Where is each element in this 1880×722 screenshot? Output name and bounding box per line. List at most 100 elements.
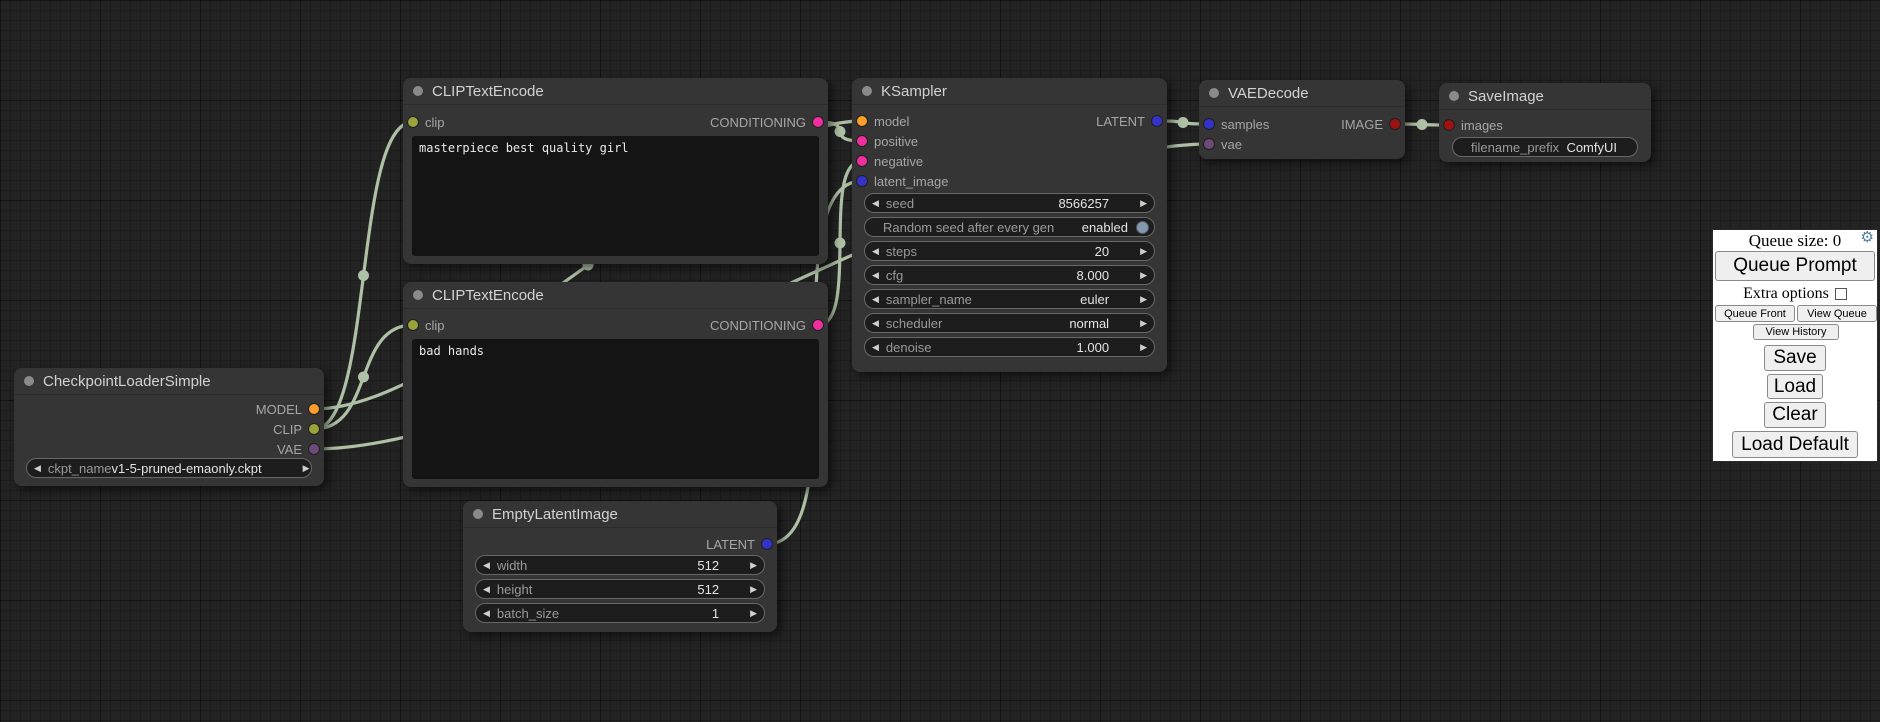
increment-arrow-icon[interactable]: ▶ bbox=[743, 585, 764, 594]
cfg-widget[interactable]: ◀ cfg 8.000 ▶ bbox=[864, 265, 1155, 285]
widget-name: cfg bbox=[886, 268, 903, 283]
node-title-bar[interactable]: SaveImage bbox=[1439, 83, 1651, 110]
clip-input-dot[interactable] bbox=[408, 320, 418, 330]
collapse-dot-icon[interactable] bbox=[1209, 88, 1219, 98]
model-output-dot[interactable] bbox=[309, 404, 319, 414]
queue-prompt-button[interactable]: Queue Prompt bbox=[1715, 251, 1875, 281]
link-midpoint-dot bbox=[1417, 119, 1428, 130]
node-title-bar[interactable]: CLIPTextEncode bbox=[403, 282, 828, 309]
node-title-bar[interactable]: EmptyLatentImage bbox=[463, 501, 777, 528]
decrement-arrow-icon[interactable]: ◀ bbox=[865, 199, 886, 208]
collapse-dot-icon[interactable] bbox=[413, 86, 423, 96]
conditioning-output-dot[interactable] bbox=[813, 117, 823, 127]
node-title-bar[interactable]: CheckpointLoaderSimple bbox=[14, 368, 324, 395]
node-clip-text-encode-negative[interactable]: CLIPTextEncode clip CONDITIONING bad han… bbox=[403, 282, 828, 487]
decrement-arrow-icon[interactable]: ◀ bbox=[865, 343, 886, 352]
collapse-dot-icon[interactable] bbox=[862, 86, 872, 96]
output-image: IMAGE bbox=[1341, 115, 1400, 133]
negative-input-dot[interactable] bbox=[857, 156, 867, 166]
load-default-button[interactable]: Load Default bbox=[1732, 431, 1858, 458]
collapse-dot-icon[interactable] bbox=[24, 376, 34, 386]
latent-output-dot[interactable] bbox=[762, 539, 772, 549]
increment-arrow-icon[interactable]: ▶ bbox=[743, 561, 764, 570]
samples-input-dot[interactable] bbox=[1204, 119, 1214, 129]
node-title: EmptyLatentImage bbox=[492, 506, 618, 523]
next-arrow-icon[interactable]: ▶ bbox=[1133, 295, 1154, 304]
latent-output-dot[interactable] bbox=[1152, 116, 1162, 126]
collapse-dot-icon[interactable] bbox=[473, 509, 483, 519]
node-checkpoint-loader[interactable]: CheckpointLoaderSimple MODEL CLIP VAE ◀ … bbox=[14, 368, 324, 486]
increment-arrow-icon[interactable]: ▶ bbox=[1133, 271, 1154, 280]
increment-arrow-icon[interactable]: ▶ bbox=[743, 609, 764, 618]
increment-arrow-icon[interactable]: ▶ bbox=[1133, 247, 1154, 256]
sampler-name-widget[interactable]: ◀ sampler_name euler ▶ bbox=[864, 289, 1155, 309]
batch-size-widget[interactable]: ◀ batch_size 1 ▶ bbox=[475, 603, 765, 623]
widget-value: euler bbox=[1080, 292, 1109, 307]
model-input-dot[interactable] bbox=[857, 116, 867, 126]
decrement-arrow-icon[interactable]: ◀ bbox=[476, 585, 497, 594]
collapse-dot-icon[interactable] bbox=[1449, 91, 1459, 101]
node-title-bar[interactable]: KSampler bbox=[852, 78, 1167, 105]
positive-input-dot[interactable] bbox=[857, 136, 867, 146]
images-input-dot[interactable] bbox=[1444, 120, 1454, 130]
node-clip-text-encode-positive[interactable]: CLIPTextEncode clip CONDITIONING masterp… bbox=[403, 78, 828, 264]
widget-value: ComfyUI bbox=[1566, 140, 1617, 155]
conditioning-output-dot[interactable] bbox=[813, 320, 823, 330]
output-label: CONDITIONING bbox=[710, 115, 806, 130]
node-title-bar[interactable]: VAEDecode bbox=[1199, 80, 1405, 107]
toggle-on-icon[interactable] bbox=[1136, 221, 1149, 234]
prev-arrow-icon[interactable]: ◀ bbox=[865, 319, 886, 328]
view-history-button[interactable]: View History bbox=[1753, 324, 1839, 340]
positive-prompt-textarea[interactable]: masterpiece best quality girl bbox=[412, 136, 819, 256]
node-empty-latent-image[interactable]: EmptyLatentImage LATENT ◀ width 512 ▶ ◀ … bbox=[463, 501, 777, 632]
decrement-arrow-icon[interactable]: ◀ bbox=[865, 247, 886, 256]
vae-input-dot[interactable] bbox=[1204, 139, 1214, 149]
node-title-bar[interactable]: CLIPTextEncode bbox=[403, 78, 828, 105]
scheduler-widget[interactable]: ◀ scheduler normal ▶ bbox=[864, 313, 1155, 333]
settings-gear-icon[interactable]: ⚙ bbox=[1861, 231, 1874, 246]
increment-arrow-icon[interactable]: ▶ bbox=[1133, 343, 1154, 352]
filename-prefix-widget[interactable]: filename_prefix ComfyUI bbox=[1452, 137, 1638, 157]
node-save-image[interactable]: SaveImage images filename_prefix ComfyUI bbox=[1439, 83, 1651, 162]
next-arrow-icon[interactable]: ▶ bbox=[296, 464, 312, 473]
next-arrow-icon[interactable]: ▶ bbox=[1133, 319, 1154, 328]
clip-output-dot[interactable] bbox=[309, 424, 319, 434]
ckpt-name-widget[interactable]: ◀ ckpt_name v1-5-pruned-emaonly.ckpt ▶ bbox=[26, 458, 312, 478]
seed-widget[interactable]: ◀ seed 8566257 ▶ bbox=[864, 193, 1155, 213]
input-label: positive bbox=[874, 134, 918, 149]
decrement-arrow-icon[interactable]: ◀ bbox=[476, 561, 497, 570]
latent-image-input-dot[interactable] bbox=[857, 176, 867, 186]
vae-output-dot[interactable] bbox=[309, 444, 319, 454]
link-midpoint-dot bbox=[835, 238, 846, 249]
node-title: SaveImage bbox=[1468, 88, 1544, 105]
height-widget[interactable]: ◀ height 512 ▶ bbox=[475, 579, 765, 599]
prev-arrow-icon[interactable]: ◀ bbox=[27, 464, 48, 473]
queue-size-label: Queue size: 0 bbox=[1713, 231, 1877, 251]
denoise-widget[interactable]: ◀ denoise 1.000 ▶ bbox=[864, 337, 1155, 357]
decrement-arrow-icon[interactable]: ◀ bbox=[865, 271, 886, 280]
queue-front-button[interactable]: Queue Front bbox=[1715, 305, 1795, 322]
steps-widget[interactable]: ◀ steps 20 ▶ bbox=[864, 241, 1155, 261]
negative-prompt-textarea[interactable]: bad hands bbox=[412, 339, 819, 479]
clip-input-dot[interactable] bbox=[408, 117, 418, 127]
load-button[interactable]: Load bbox=[1767, 374, 1823, 399]
widget-value: enabled bbox=[1082, 220, 1128, 235]
image-output-dot[interactable] bbox=[1390, 119, 1400, 129]
node-ksampler[interactable]: KSampler model LATENT positive negative … bbox=[852, 78, 1167, 372]
widget-value: 512 bbox=[697, 582, 719, 597]
clear-button[interactable]: Clear bbox=[1764, 402, 1826, 428]
widget-name: batch_size bbox=[497, 606, 559, 621]
wire-clip-to-negative-prompt bbox=[314, 325, 413, 429]
save-button[interactable]: Save bbox=[1764, 345, 1826, 371]
widget-name: steps bbox=[886, 244, 917, 259]
view-queue-button[interactable]: View Queue bbox=[1797, 305, 1877, 322]
collapse-dot-icon[interactable] bbox=[413, 290, 423, 300]
random-seed-toggle-widget[interactable]: Random seed after every gen enabled bbox=[864, 217, 1155, 237]
increment-arrow-icon[interactable]: ▶ bbox=[1133, 199, 1154, 208]
width-widget[interactable]: ◀ width 512 ▶ bbox=[475, 555, 765, 575]
prev-arrow-icon[interactable]: ◀ bbox=[865, 295, 886, 304]
node-vae-decode[interactable]: VAEDecode samples IMAGE vae bbox=[1199, 80, 1405, 159]
input-label: clip bbox=[425, 115, 445, 130]
extra-options-checkbox[interactable] bbox=[1835, 288, 1847, 300]
decrement-arrow-icon[interactable]: ◀ bbox=[476, 609, 497, 618]
